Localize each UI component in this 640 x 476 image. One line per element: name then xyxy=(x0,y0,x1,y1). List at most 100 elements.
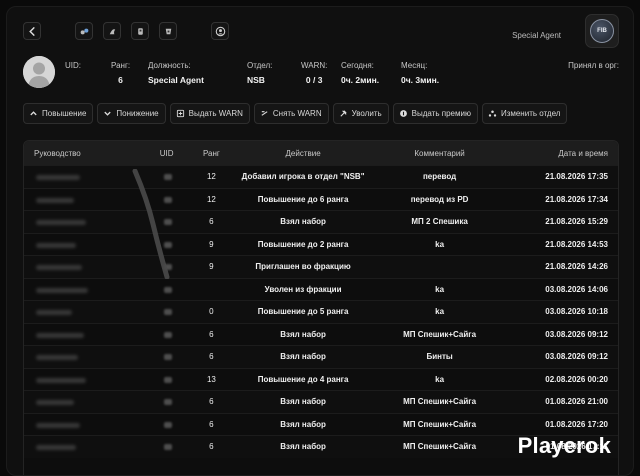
table-row[interactable]: 6 Взял набор МП Спешик+Сайга 03.08.2026 09:… xyxy=(24,322,618,346)
redacted-uid xyxy=(163,174,172,180)
cell-uid xyxy=(132,391,182,413)
faction-icon-1[interactable] xyxy=(75,22,93,40)
cell-uid xyxy=(132,436,182,458)
promote-button[interactable]: Повышение xyxy=(23,103,94,124)
give-bonus-button[interactable]: Выдать премию xyxy=(392,103,478,124)
back-arrow-icon[interactable] xyxy=(23,22,41,40)
cell-rank: 12 xyxy=(206,194,216,204)
cell-manager xyxy=(24,369,132,391)
redacted-uid xyxy=(163,331,172,338)
cell-comment: ka xyxy=(435,284,445,294)
cell-comment: МП Спешик+Сайга xyxy=(403,442,477,452)
redacted-manager xyxy=(36,220,86,225)
rank-field: Ранг: 6 xyxy=(111,61,130,85)
redacted-manager xyxy=(36,377,86,383)
cell-action: Взял набор xyxy=(280,442,326,452)
redacted-uid xyxy=(163,241,172,248)
cell-date: 03.08.2026 09:12 xyxy=(545,352,608,362)
table-row[interactable]: 9 Приглашен во фракцию 21.08.2026 14:26 xyxy=(24,255,618,278)
faction-icon-4[interactable] xyxy=(159,22,177,40)
change-department-button[interactable]: Изменить отдел xyxy=(481,103,568,124)
col-date[interactable]: Дата и время xyxy=(514,149,618,158)
cell-manager xyxy=(24,414,132,436)
uid-field: UID: xyxy=(65,61,81,75)
table-row[interactable]: 13 Повышение до 4 ранга ka 02.08.2026 00:20 xyxy=(24,367,618,391)
table-row[interactable]: 9 Повышение до 2 ранга ka 21.08.2026 14:53 xyxy=(24,232,618,256)
table-row[interactable]: 6 Взял набор Бинты 03.08.2026 09:12 xyxy=(24,345,618,368)
profile-icon[interactable] xyxy=(211,22,229,40)
faction-icon-3[interactable] xyxy=(131,22,149,40)
col-rank[interactable]: Ранг xyxy=(182,149,242,158)
redacted-manager xyxy=(36,445,76,450)
redacted-uid xyxy=(163,264,172,270)
cell-action: Взял набор xyxy=(280,397,326,407)
warn-label: WARN: xyxy=(301,61,328,70)
cell-action: Приглашен во фракцию xyxy=(255,262,351,272)
cell-comment: ka xyxy=(435,239,445,249)
avatar xyxy=(23,56,55,88)
cell-manager xyxy=(24,234,132,256)
table-row[interactable]: Уволен из фракции ka 03.08.2026 14:06 xyxy=(24,277,618,301)
fib-seal-text: FIB xyxy=(597,28,607,34)
cell-manager xyxy=(24,391,132,413)
cell-action: Повышение до 5 ранга xyxy=(257,307,349,317)
position-field: Должность: Special Agent xyxy=(148,61,204,85)
cell-manager xyxy=(24,436,132,458)
history-table: Руководство UID Ранг Действие Комментари… xyxy=(23,140,619,475)
table-row[interactable]: 12 Повышение до 6 ранга перевод из PD 21.08… xyxy=(24,187,618,211)
give-warn-button[interactable]: Выдать WARN xyxy=(169,103,250,124)
cell-manager xyxy=(24,346,132,368)
department-field: Отдел: NSB xyxy=(247,61,272,85)
cell-action: Взял набор xyxy=(280,217,326,227)
redacted-uid xyxy=(163,354,172,360)
today-label: Сегодня: xyxy=(341,61,374,70)
cell-action: Взял набор xyxy=(280,352,326,362)
cell-uid xyxy=(132,166,182,188)
cell-date: 03.08.2026 10:18 xyxy=(545,307,608,317)
redacted-uid xyxy=(163,421,172,428)
cell-rank: 0 xyxy=(209,307,214,317)
cell-comment: ka xyxy=(435,307,445,317)
table-row[interactable]: 6 Взял набор МП Спешик+Сайга 01.08.2026 17:… xyxy=(24,412,618,436)
col-uid[interactable]: UID xyxy=(132,149,182,158)
fib-seal-icon: FIB xyxy=(590,19,614,43)
table-header: Руководство UID Ранг Действие Комментари… xyxy=(24,141,618,165)
cell-rank: 6 xyxy=(209,397,214,407)
cell-uid xyxy=(132,324,182,346)
warn-remove-icon xyxy=(261,111,268,116)
table-row[interactable]: 6 Взял набор МП Спешик+Сайга 01.08.2026 21:… xyxy=(24,390,618,413)
redacted-manager xyxy=(36,332,84,338)
redacted-uid xyxy=(163,219,172,225)
give-warn-label: Выдать WARN xyxy=(188,109,243,118)
cell-rank: 6 xyxy=(209,217,214,227)
demote-button[interactable]: Понижение xyxy=(97,103,166,124)
uid-label: UID: xyxy=(65,61,81,70)
cell-rank: 13 xyxy=(206,374,216,384)
cell-comment: МП Спешик+Сайга xyxy=(403,419,477,429)
faction-icon-2[interactable] xyxy=(103,22,121,40)
table-row[interactable]: 6 Взял набор МП 2 Спешика 21.08.2026 15:29 xyxy=(24,210,618,233)
app-window: Special Agent FIB UID: Ранг: 6 Должность… xyxy=(6,6,634,476)
cell-manager xyxy=(24,166,132,188)
redacted-manager xyxy=(36,175,80,180)
action-toolbar: Повышение Понижение Выдать WARN Снять WA… xyxy=(23,103,568,124)
cell-action: Добавил игрока в отдел "NSB" xyxy=(241,172,365,182)
cell-uid xyxy=(132,279,182,301)
cell-comment: Бинты xyxy=(426,352,453,362)
cell-manager xyxy=(24,256,132,278)
remove-warn-button[interactable]: Снять WARN xyxy=(253,103,329,124)
role-tag: Special Agent xyxy=(512,31,561,40)
cell-uid xyxy=(132,211,182,233)
cell-date: 21.08.2026 15:29 xyxy=(545,217,608,227)
table-row[interactable]: 12 Добавил игрока в отдел "NSB" перевод 21.… xyxy=(24,165,618,188)
col-action[interactable]: Действие xyxy=(241,149,365,158)
redacted-manager xyxy=(36,310,72,315)
month-field: Месяц: 0ч. 3мин. xyxy=(401,61,439,85)
col-comment[interactable]: Комментарий xyxy=(365,149,514,158)
table-row[interactable]: 0 Повышение до 5 ранга ka 03.08.2026 10:18 xyxy=(24,300,618,323)
col-manager[interactable]: Руководство xyxy=(24,149,132,158)
cell-uid xyxy=(132,234,182,256)
dismiss-button[interactable]: Уволить xyxy=(332,103,389,124)
cell-action: Взял набор xyxy=(280,419,326,429)
cell-uid xyxy=(132,301,182,323)
